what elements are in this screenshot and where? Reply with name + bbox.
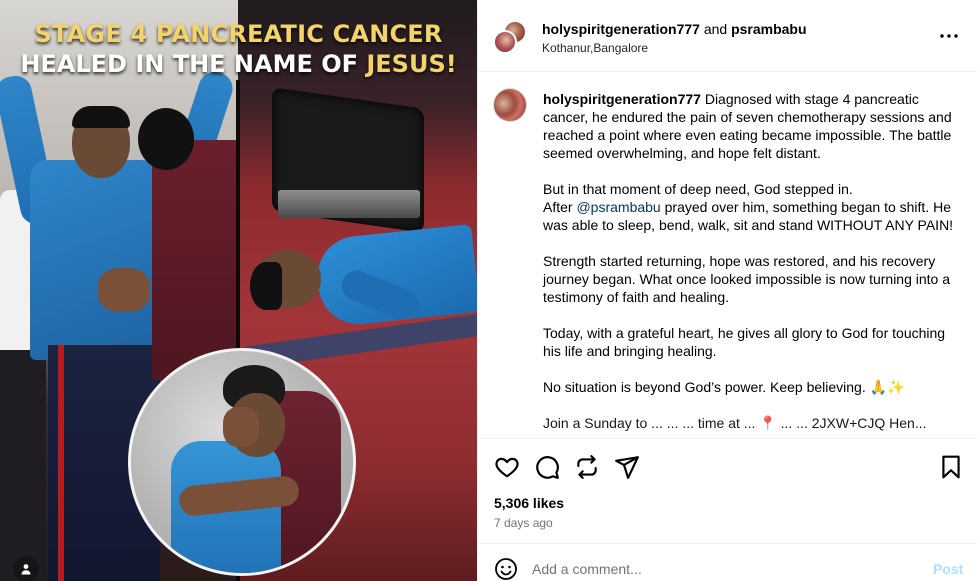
- caption-paragraph-5: No situation is beyond God’s power. Keep…: [543, 379, 905, 395]
- post-side-panel: holyspiritgeneration777 and psrambabu Ko…: [477, 0, 977, 581]
- send-icon: [615, 456, 639, 479]
- caption-paragraph-6: Join a Sunday to ... ... ... time at ...…: [543, 415, 927, 431]
- repost-icon: [577, 455, 597, 479]
- caption-paragraph-4: Today, with a grateful heart, he gives a…: [543, 325, 946, 359]
- hug-hand: [223, 407, 259, 447]
- and-text: and: [699, 21, 732, 37]
- repost-button[interactable]: [574, 454, 600, 480]
- caption-p2b-pre: After: [543, 199, 577, 215]
- pastor-figure: [152, 140, 240, 380]
- post-actions: 5,306 likes 7 days ago: [478, 438, 977, 542]
- speaker-stand: [278, 190, 420, 218]
- collab-avatars[interactable]: [493, 20, 527, 54]
- lying-man-hair: [250, 262, 282, 310]
- headline-line-2-text: HEALED IN THE NAME OF: [20, 50, 367, 78]
- collab-usernames: holyspiritgeneration777 and psrambabu: [542, 21, 807, 37]
- avatar-psrambabu[interactable]: [493, 30, 517, 54]
- hug-inset-circle: [128, 348, 356, 576]
- emoji-icon: [495, 558, 517, 580]
- user-icon: [21, 564, 31, 575]
- pastor-head: [138, 108, 194, 170]
- headline-line-1: STAGE 4 PANCREATIC CANCER: [34, 20, 443, 48]
- caption-avatar[interactable]: [493, 88, 527, 122]
- username-link-2[interactable]: psrambabu: [731, 21, 806, 37]
- caption-username[interactable]: holyspiritgeneration777: [543, 91, 701, 107]
- comment-bar: Post: [478, 543, 977, 581]
- emoji-picker-button[interactable]: [494, 557, 520, 581]
- trouser-stripe: [58, 345, 64, 581]
- more-horizontal-icon: [940, 34, 958, 38]
- pastor-hand: [98, 268, 150, 312]
- comment-icon: [536, 456, 559, 479]
- more-options-button[interactable]: [938, 26, 960, 46]
- heart-icon: [495, 457, 519, 478]
- caption-paragraph-1: holyspiritgeneration777 Diagnosed with s…: [543, 90, 955, 162]
- comment-button[interactable]: [534, 454, 560, 480]
- likes-count[interactable]: 5,306 likes: [494, 495, 564, 511]
- location-link[interactable]: Kothanur,Bangalore: [542, 41, 648, 55]
- post-comment-button[interactable]: Post: [933, 561, 963, 577]
- caption-text: holyspiritgeneration777 Diagnosed with s…: [543, 90, 955, 438]
- post-header: holyspiritgeneration777 and psrambabu Ko…: [478, 0, 977, 72]
- username-link-1[interactable]: holyspiritgeneration777: [542, 21, 700, 37]
- man-in-blue-shirt: [30, 160, 160, 360]
- share-button[interactable]: [614, 454, 640, 480]
- caption-paragraph-2: But in that moment of deep need, God ste…: [543, 180, 955, 234]
- like-button[interactable]: [494, 454, 520, 480]
- tagged-users-button[interactable]: [13, 556, 39, 581]
- headline-jesus: JESUS!: [366, 50, 457, 78]
- caption-scroll-area[interactable]: holyspiritgeneration777 Diagnosed with s…: [478, 73, 977, 438]
- bystander-legs: [0, 350, 46, 581]
- man-hair: [72, 106, 130, 128]
- save-button[interactable]: [938, 454, 964, 480]
- caption-paragraph-3: Strength started returning, hope was res…: [543, 253, 951, 305]
- headline-line-2: HEALED IN THE NAME OF JESUS!: [0, 50, 477, 78]
- caption-p2a: But in that moment of deep need, God ste…: [543, 181, 853, 197]
- bookmark-icon: [942, 455, 960, 479]
- mention-psrambabu[interactable]: @psrambabu: [576, 199, 660, 215]
- comment-input[interactable]: [532, 556, 912, 581]
- post-image[interactable]: STAGE 4 PANCREATIC CANCER HEALED IN THE …: [0, 0, 477, 581]
- image-headline: STAGE 4 PANCREATIC CANCER HEALED IN THE …: [0, 20, 477, 78]
- post-timestamp[interactable]: 7 days ago: [494, 516, 553, 530]
